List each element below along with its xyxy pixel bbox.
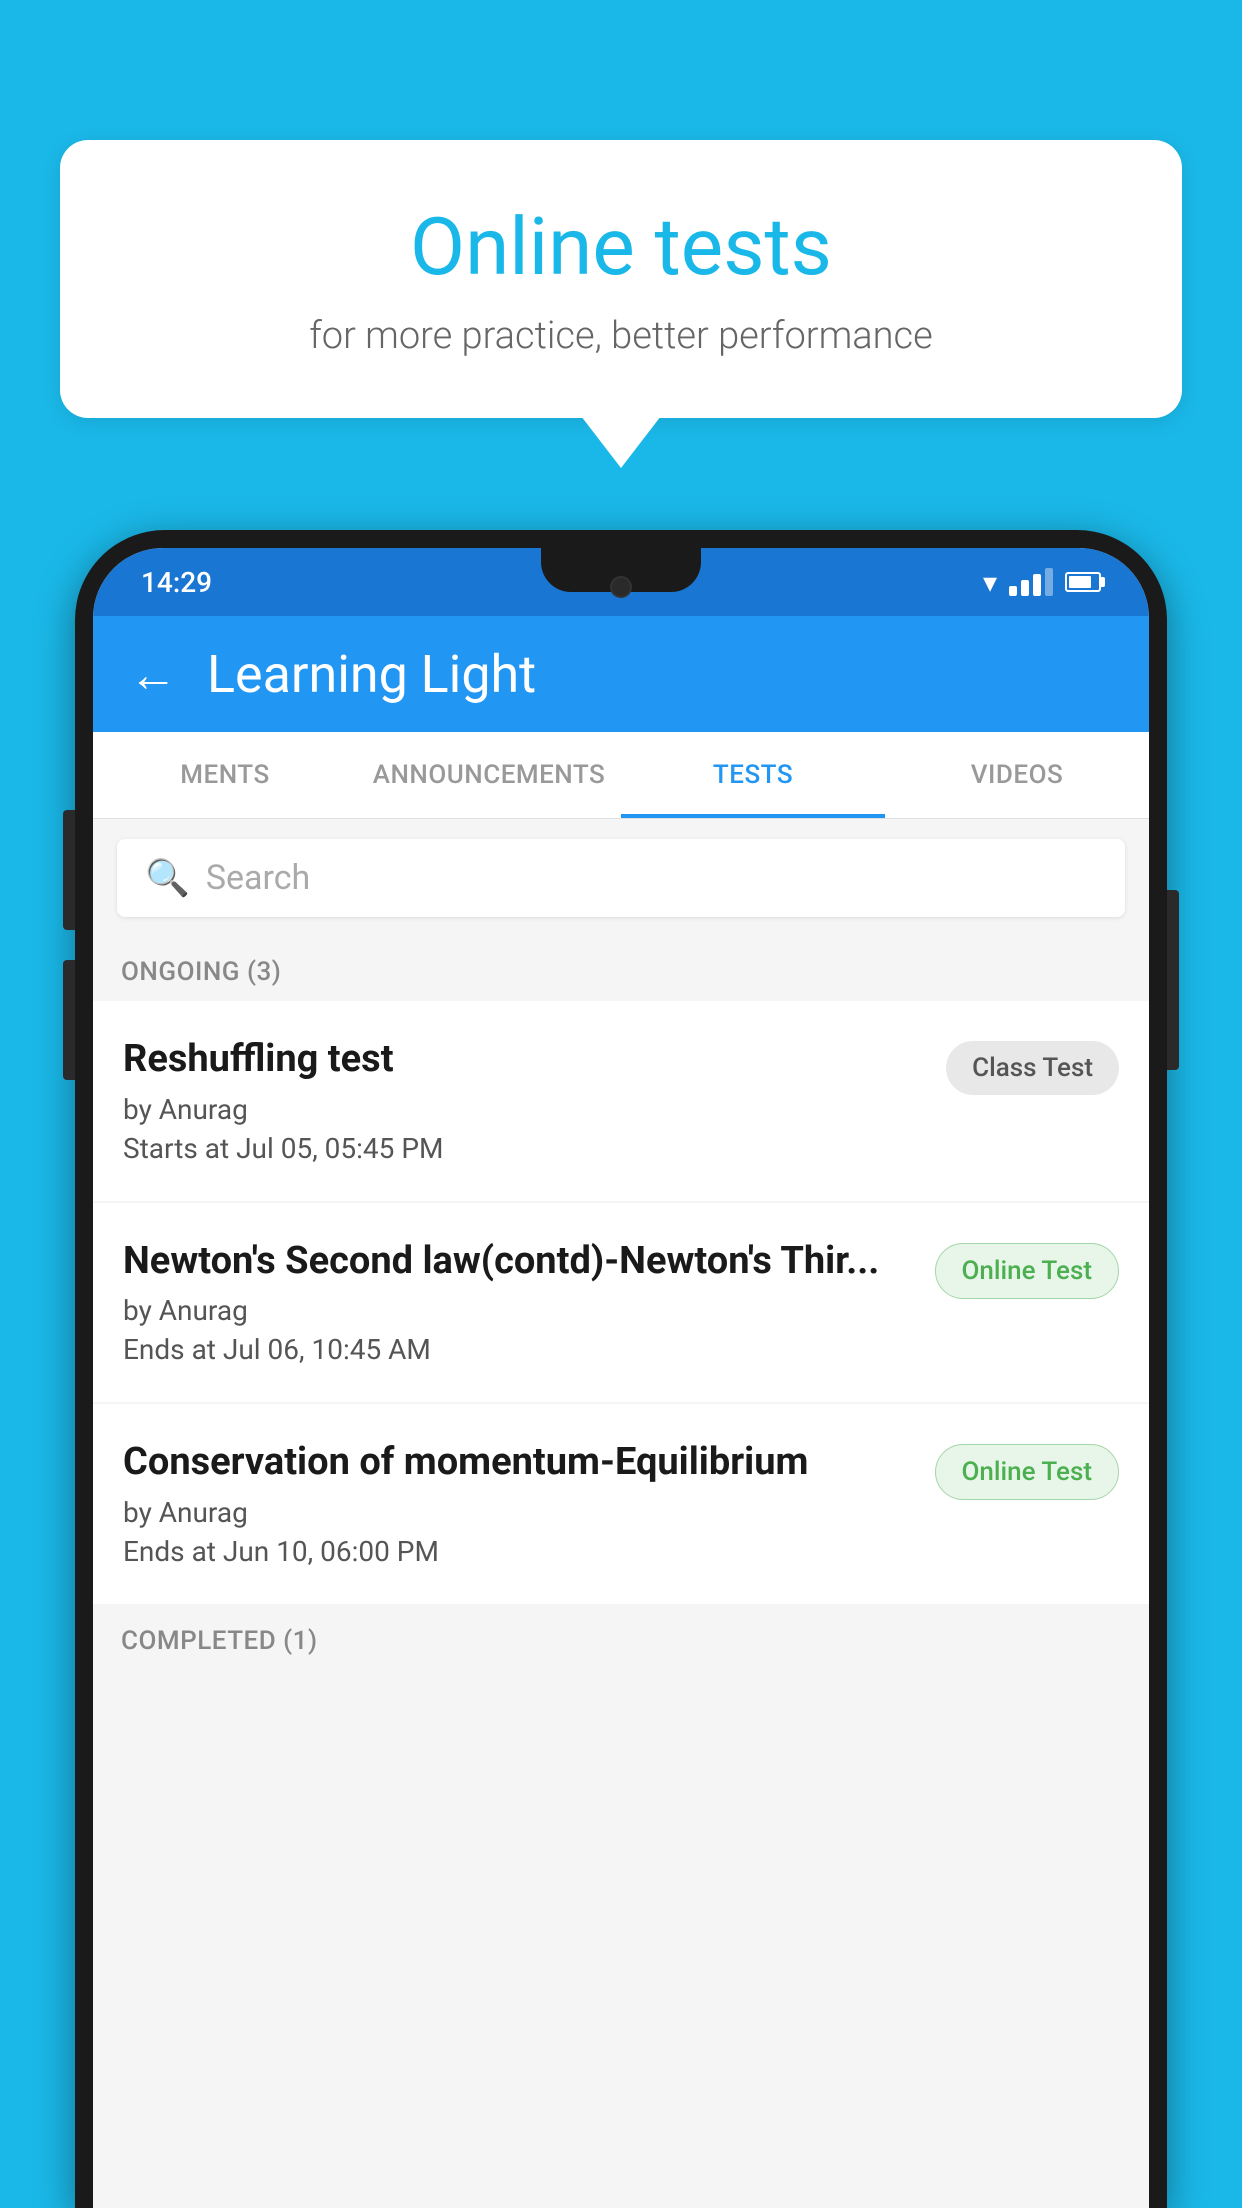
tab-announcements[interactable]: ANNOUNCEMENTS [357, 732, 621, 818]
test-time-reshuffling: Starts at Jul 05, 05:45 PM [123, 1132, 926, 1165]
ongoing-section-title: ONGOING (3) [121, 957, 281, 987]
search-bar[interactable]: 🔍 Search [117, 839, 1125, 917]
test-time-conservation: Ends at Jun 10, 06:00 PM [123, 1535, 915, 1568]
phone-frame: 14:29 ▾ ← Learning Light [75, 530, 1167, 2208]
test-item-newton[interactable]: Newton's Second law(contd)-Newton's Thir… [93, 1203, 1149, 1403]
status-time: 14:29 [141, 566, 212, 599]
test-info-reshuffling: Reshuffling test by Anurag Starts at Jul… [123, 1037, 946, 1165]
completed-section-title: COMPLETED (1) [121, 1626, 318, 1656]
test-time-newton: Ends at Jul 06, 10:45 AM [123, 1333, 915, 1366]
test-by-newton: by Anurag [123, 1294, 915, 1327]
speech-bubble-container: Online tests for more practice, better p… [60, 140, 1182, 418]
status-icons: ▾ [983, 566, 1101, 599]
test-name-conservation: Conservation of momentum-Equilibrium [123, 1440, 915, 1486]
tab-tests[interactable]: TESTS [621, 732, 885, 818]
tab-videos[interactable]: VIDEOS [885, 732, 1149, 818]
content-area: ONGOING (3) Reshuffling test by Anurag S… [93, 937, 1149, 2208]
side-button-right [1167, 890, 1179, 1070]
phone-camera [610, 576, 632, 598]
test-info-newton: Newton's Second law(contd)-Newton's Thir… [123, 1239, 935, 1367]
search-container: 🔍 Search [93, 819, 1149, 937]
test-item-reshuffling[interactable]: Reshuffling test by Anurag Starts at Jul… [93, 1001, 1149, 1201]
back-button[interactable]: ← [129, 646, 177, 703]
test-info-conservation: Conservation of momentum-Equilibrium by … [123, 1440, 935, 1568]
signal-icon [1009, 568, 1053, 596]
search-icon: 🔍 [145, 857, 190, 899]
app-bar: ← Learning Light [93, 616, 1149, 732]
speech-bubble: Online tests for more practice, better p… [60, 140, 1182, 418]
bubble-subtitle: for more practice, better performance [140, 314, 1102, 358]
completed-section-header: COMPLETED (1) [93, 1606, 1149, 1670]
bubble-title: Online tests [140, 200, 1102, 294]
test-item-conservation[interactable]: Conservation of momentum-Equilibrium by … [93, 1404, 1149, 1604]
phone-screen: 14:29 ▾ ← Learning Light [93, 548, 1149, 2208]
test-by-reshuffling: by Anurag [123, 1093, 926, 1126]
app-bar-title: Learning Light [207, 644, 536, 705]
search-input[interactable]: Search [206, 858, 310, 898]
side-button-left2 [63, 960, 75, 1080]
test-name-reshuffling: Reshuffling test [123, 1037, 926, 1083]
test-by-conservation: by Anurag [123, 1496, 915, 1529]
test-name-newton: Newton's Second law(contd)-Newton's Thir… [123, 1239, 915, 1285]
phone-notch [541, 548, 701, 592]
side-button-left [63, 810, 75, 930]
test-badge-conservation: Online Test [935, 1444, 1120, 1500]
wifi-icon: ▾ [983, 566, 997, 599]
battery-icon [1065, 572, 1101, 592]
tab-ments[interactable]: MENTS [93, 732, 357, 818]
ongoing-section-header: ONGOING (3) [93, 937, 1149, 1001]
tabs-container: MENTS ANNOUNCEMENTS TESTS VIDEOS [93, 732, 1149, 819]
test-badge-reshuffling: Class Test [946, 1041, 1119, 1095]
test-badge-newton: Online Test [935, 1243, 1120, 1299]
